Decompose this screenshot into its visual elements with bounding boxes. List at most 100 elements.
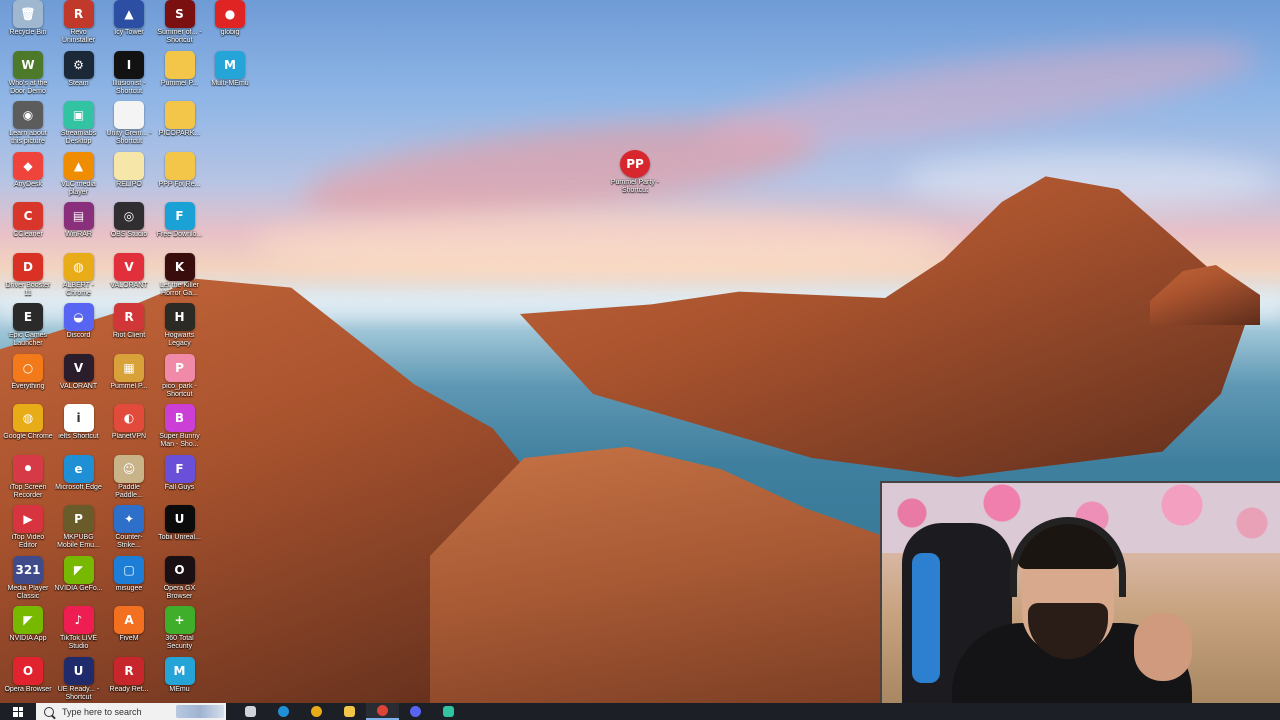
desktop-icon-label: Pummel Party - Shortcut — [610, 179, 660, 194]
desktop-icon-multi-memu[interactable]: M Multi-MEmu — [205, 50, 255, 101]
desktop-icon-mpc[interactable]: 321 Media Player Classic — [3, 555, 53, 606]
desktop-icon-counter-strike[interactable]: ✦ Counter-Strike... — [104, 505, 154, 555]
desktop-icon-label: RELIPO — [116, 180, 142, 188]
desktop-icon-super-bunny[interactable]: B Super Bunny Man - Sho... — [155, 404, 205, 454]
desktop-icon-edge[interactable]: e Microsoft Edge — [54, 454, 104, 505]
desktop-icon-label: VLC media player — [61, 180, 96, 196]
desktop-icon-globig[interactable]: ● globig — [205, 0, 255, 50]
desktop-icon-label: Streamlabs Desktop — [60, 130, 97, 145]
desktop-icon-hogwarts[interactable]: H Hogwarts Legacy — [155, 303, 205, 353]
desktop-icon-label: NVIDIA GeFo... — [54, 584, 103, 592]
desktop-icon-epic-games[interactable]: E Epic Games Launcher — [3, 303, 53, 353]
desktop-icon-winrar[interactable]: ▤ WinRAR — [54, 202, 104, 252]
desktop-icon-nvidia-app[interactable]: ◤ NVIDIA App — [3, 606, 53, 656]
desktop-icon-opera-gx[interactable]: O Opera GX Browser — [155, 555, 205, 606]
taskbar-app-discord[interactable] — [399, 703, 432, 720]
desktop-icon-illusionist[interactable]: I Illusionist - Shortcut — [104, 50, 154, 101]
desktop-icon-fall-guys[interactable]: F Fall Guys — [155, 454, 205, 505]
desktop-icon-total-security[interactable]: +360 Total Security — [155, 606, 205, 656]
desktop-icon-learn-picture[interactable]: ◉ Learn about this picture — [3, 101, 53, 151]
desktop-icon-opera[interactable]: O Opera Browser — [3, 656, 53, 704]
desktop-icon-chrome[interactable]: ◍ Google Chrome — [3, 404, 53, 454]
desktop-icon-free-download[interactable]: F Free Downlo... — [155, 202, 205, 252]
desktop-icon-document[interactable]: RELIPO — [104, 151, 154, 202]
windows-logo-icon — [13, 706, 23, 717]
valorant-icon: V — [114, 252, 144, 281]
desktop-icon-summer-game[interactable]: S Summer of... - Shortcut — [155, 0, 205, 50]
desktop-icon-document[interactable]: Unity Grein... - Shortcut — [104, 101, 154, 151]
desktop-icon-folder[interactable]: PICOPARK... — [155, 101, 205, 151]
webcam-chair-accent — [912, 553, 940, 683]
paddle-icon: ☺ — [114, 454, 144, 483]
taskbar-app-file-explorer[interactable] — [333, 703, 366, 720]
folder-icon — [164, 101, 195, 129]
desktop-icon-discord[interactable]: ◒ Discord — [54, 303, 104, 353]
driver-booster-icon: D — [13, 252, 43, 281]
desktop-icon-streamlabs[interactable]: ▣ Streamlabs Desktop — [54, 101, 104, 151]
geforce-icon: ◤ — [63, 555, 94, 584]
desktop-icon-folder[interactable]: PPP Fix Re... — [155, 151, 205, 202]
desktop-icon-label: Hogwarts Legacy — [164, 332, 195, 347]
chrome-icon: ◍ — [63, 252, 94, 281]
desktop-icon-anydesk[interactable]: ◆ AnyDesk — [3, 151, 53, 202]
desktop-icon-pummel-party[interactable]: ▦ Pummel P... — [104, 353, 154, 404]
desktop-icon-chrome[interactable]: ◍ ALBERT - Chrome — [54, 252, 104, 303]
taskbar-app-chrome[interactable] — [300, 703, 333, 720]
desktop-icon-killer-horror[interactable]: K Let the Killer Horror Ga... — [155, 252, 205, 303]
desktop-icon-label: Media Player Classic — [7, 584, 49, 600]
taskbar-app-chrome-alt[interactable] — [366, 703, 399, 720]
discord-icon: ◒ — [63, 303, 94, 331]
desktop-icon-vlc[interactable]: ▲ VLC media player — [54, 151, 104, 202]
desktop-icon-driver-booster[interactable]: D Driver Booster 11 — [3, 252, 53, 303]
desktop-icon-ccleaner[interactable]: C CCleaner — [3, 202, 53, 252]
taskbar-app-edge[interactable] — [267, 703, 300, 720]
desktop-icon-label: TikTok LIVE Studio — [59, 635, 98, 650]
desktop-icon-pico-park[interactable]: Ppico_park - Shortcut — [155, 353, 205, 404]
desktop-icon-label: Icy Tower — [114, 29, 144, 36]
desktop-icon-ielts[interactable]: i ielts Shortcut — [54, 404, 104, 454]
door-demo-icon: W — [13, 50, 43, 79]
desktop-icon-paddle[interactable]: ☺ Paddle Paddle... — [104, 454, 154, 505]
desktop-icon-label: ALBERT - Chrome — [62, 281, 95, 297]
desktop-icon-itop-editor[interactable]: ▶ iTop Video Editor — [3, 505, 53, 555]
desktop-icon-geforce[interactable]: ◤ NVIDIA GeFo... — [54, 555, 104, 606]
desktop-icon-recycle-bin[interactable]: 🗑 Recycle Bin — [3, 0, 53, 50]
desktop-icon-pubg-emulator[interactable]: P MKPUBG Mobile Emu... — [54, 505, 104, 555]
everything-search-icon: ○ — [13, 353, 43, 382]
ccleaner-icon: C — [13, 202, 43, 230]
desktop-icon-icy-tower[interactable]: ▲ Icy Tower — [104, 0, 154, 50]
streamlabs-icon: ▣ — [63, 101, 94, 129]
icy-tower-icon: ▲ — [114, 0, 144, 28]
desktop-icon-itop-recorder[interactable]: ⏺ iTop Screen Recorder — [3, 454, 53, 505]
desktop-icon-ue-shortcut[interactable]: U UE Ready... - Shortcut — [54, 656, 104, 704]
desktop-icon-planetvpn[interactable]: ◐ PlanetVPN — [104, 404, 154, 454]
desktop-icon-riot-client[interactable]: R Riot Client — [104, 303, 154, 353]
desktop-icon-everything-search[interactable]: ○ Everything — [3, 353, 53, 404]
taskbar-search-box[interactable] — [36, 703, 226, 720]
webcam-overlay — [880, 481, 1280, 703]
desktop-icon-misugee[interactable]: ▢ misugee — [104, 555, 154, 606]
desktop-icon-door-demo[interactable]: W Who's at the Door Demo — [3, 50, 53, 101]
desktop-icon-fivem[interactable]: A FiveM — [104, 606, 154, 656]
tiktok-live-icon: ♪ — [63, 606, 94, 634]
desktop-icon-valorant[interactable]: V VALORANT — [54, 353, 104, 404]
desktop-icon-obs[interactable]: ◎ OBS Studio — [104, 202, 154, 252]
desktop-icon-valorant[interactable]: V VALORANT — [104, 252, 154, 303]
desktop-icon-folder[interactable]: Pummel P... — [155, 50, 205, 101]
taskbar-app-task-view[interactable] — [234, 703, 267, 720]
desktop-icon-memu[interactable]: M MEmu — [155, 656, 205, 704]
search-input[interactable] — [62, 706, 172, 717]
desktop-icon-tiktok-live[interactable]: ♪ TikTok LIVE Studio — [54, 606, 104, 656]
ue-shortcut-icon: U — [63, 656, 94, 685]
desktop-icon-unreal[interactable]: U Tobii Unreal... — [155, 505, 205, 555]
taskbar-app-streamlabs[interactable] — [432, 703, 465, 720]
desktop-icon-steam[interactable]: ⚙ Steam — [54, 50, 104, 101]
desktop-icon-revo-uninstaller[interactable]: R Revo Uninstaller — [54, 0, 104, 50]
start-button[interactable] — [0, 703, 36, 720]
steam-icon: ⚙ — [63, 50, 94, 79]
desktop-icon-ready[interactable]: R Ready Ret... — [104, 656, 154, 704]
pummel-party-shortcut[interactable]: PP Pummel Party - Shortcut — [610, 150, 660, 200]
desktop-icon-label: Illusionist - Shortcut — [112, 79, 146, 95]
desktop-icon-label: PlanetVPN — [111, 433, 147, 440]
wallpaper-cloud — [250, 210, 950, 280]
